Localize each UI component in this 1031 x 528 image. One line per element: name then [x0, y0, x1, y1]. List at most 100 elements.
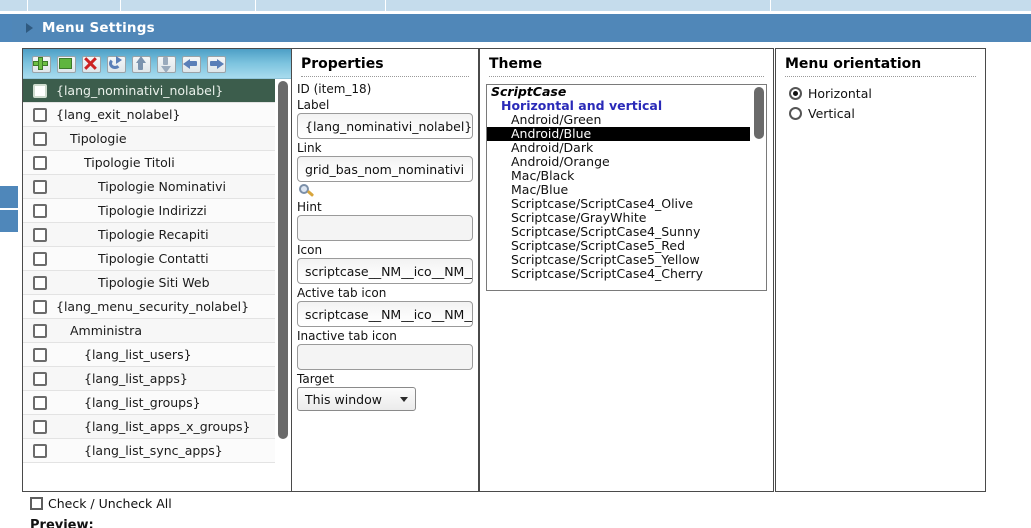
tree-row[interactable]: Tipologie Contatti — [23, 247, 275, 271]
preview-label: Preview: — [30, 518, 94, 528]
tree-row-label: {lang_list_apps} — [84, 371, 188, 386]
theme-option[interactable]: Android/Dark — [487, 141, 750, 155]
item-id-text: ID (item_18) — [297, 82, 372, 96]
delete-item-button[interactable] — [81, 54, 101, 74]
tree-row[interactable]: {lang_menu_security_nolabel} — [23, 295, 275, 319]
move-up-button[interactable] — [131, 54, 151, 74]
chevron-down-icon — [400, 396, 408, 402]
theme-option[interactable]: Scriptcase/ScriptCase4_Olive — [487, 197, 750, 211]
tree-row[interactable]: Tipologie Nominativi — [23, 175, 275, 199]
icon-field-label: Icon — [297, 243, 323, 257]
tree-row-checkbox[interactable] — [33, 275, 47, 290]
label-field-label: Label — [297, 98, 330, 112]
menu-orientation-title: Menu orientation — [785, 56, 922, 72]
tree-row-checkbox[interactable] — [33, 107, 47, 122]
theme-option[interactable]: Scriptcase/ScriptCase5_Red — [487, 239, 750, 253]
theme-option[interactable]: Horizontal and vertical — [487, 99, 750, 113]
duplicate-item-button[interactable] — [56, 54, 76, 74]
theme-option[interactable]: Android/Orange — [487, 155, 750, 169]
tree-row[interactable]: {lang_list_apps_x_groups} — [23, 415, 275, 439]
tree-row-checkbox[interactable] — [33, 179, 47, 194]
indent-button[interactable] — [206, 54, 226, 74]
page-title: Menu Settings — [42, 20, 155, 36]
tree-row-label: Tipologie Contatti — [98, 251, 209, 266]
theme-option[interactable]: Scriptcase/ScriptCase4_Cherry — [487, 267, 750, 281]
tree-row-checkbox[interactable] — [33, 227, 47, 242]
tree-row-label: {lang_nominativi_nolabel} — [56, 83, 224, 98]
theme-scrollbar-thumb[interactable] — [754, 87, 764, 139]
outdent-button[interactable] — [181, 54, 201, 74]
icon-field-input[interactable]: scriptcase__NM__ico__NM__bu — [297, 258, 473, 284]
theme-scrollbar[interactable] — [752, 86, 766, 289]
tree-row-checkbox[interactable] — [33, 299, 47, 314]
tree-row-checkbox[interactable] — [33, 83, 47, 98]
tree-row-checkbox[interactable] — [33, 419, 47, 434]
theme-option[interactable]: Mac/Blue — [487, 183, 750, 197]
target-select[interactable]: This window — [297, 387, 416, 411]
orientation-radio-group: Horizontal Vertical — [776, 77, 985, 121]
tree-row-label: Tipologie Recapiti — [98, 227, 209, 242]
check-uncheck-all-checkbox[interactable] — [30, 497, 43, 510]
move-down-button[interactable] — [156, 54, 176, 74]
edge-tab-2[interactable] — [0, 210, 18, 232]
theme-option[interactable]: ScriptCase — [487, 85, 750, 99]
tree-row[interactable]: Tipologie Recapiti — [23, 223, 275, 247]
theme-panel: Theme ScriptCase Horizontal and vertical A… — [479, 48, 774, 492]
radio-button[interactable] — [789, 87, 802, 100]
theme-option[interactable]: Scriptcase/GrayWhite — [487, 211, 750, 225]
tree-row-checkbox[interactable] — [33, 203, 47, 218]
radio-button[interactable] — [789, 107, 802, 120]
add-item-button[interactable] — [31, 54, 51, 74]
active-tab-icon-input[interactable]: scriptcase__NM__ico__NM__bu — [297, 301, 473, 327]
tree-row[interactable]: {lang_nominativi_nolabel} — [23, 79, 275, 103]
orientation-option[interactable]: Horizontal — [776, 81, 985, 101]
tree-row[interactable]: Tipologie Indirizzi — [23, 199, 275, 223]
refresh-arrow-button[interactable] — [106, 54, 126, 74]
tree-row[interactable]: {lang_list_users} — [23, 343, 275, 367]
tree-row-checkbox[interactable] — [33, 371, 47, 386]
tree-row-checkbox[interactable] — [33, 347, 47, 362]
orientation-option-label: Vertical — [808, 106, 855, 121]
link-field-label: Link — [297, 141, 322, 155]
theme-option[interactable]: Mac/Black — [487, 169, 750, 183]
label-field-input[interactable]: {lang_nominativi_nolabel} — [297, 113, 473, 139]
theme-option[interactable]: Scriptcase/ScriptCase4_Sunny — [487, 225, 750, 239]
theme-option[interactable]: Android/Blue — [487, 127, 750, 141]
tree-row-checkbox[interactable] — [33, 251, 47, 266]
tree-row-label: {lang_exit_nolabel} — [56, 107, 181, 122]
theme-divider — [489, 76, 764, 77]
hint-field-label: Hint — [297, 200, 322, 214]
tree-row[interactable]: Tipologie — [23, 127, 275, 151]
properties-title: Properties — [301, 56, 384, 72]
hint-field-input[interactable] — [297, 215, 473, 241]
link-field-input[interactable]: grid_bas_nom_nominativi — [297, 156, 473, 182]
check-uncheck-all-label: Check / Uncheck All — [48, 496, 172, 511]
tree-scrollbar-thumb[interactable] — [278, 81, 288, 439]
check-uncheck-all-row[interactable]: Check / Uncheck All — [30, 496, 172, 511]
theme-listbox[interactable]: ScriptCase Horizontal and vertical Android… — [486, 84, 767, 291]
edge-tab-1[interactable] — [0, 186, 18, 208]
tree-row[interactable]: {lang_exit_nolabel} — [23, 103, 275, 127]
tree-row[interactable]: Amministra — [23, 319, 275, 343]
tree-row-checkbox[interactable] — [33, 323, 47, 338]
tree-row-checkbox[interactable] — [33, 395, 47, 410]
theme-option[interactable]: Android/Green — [487, 113, 750, 127]
tree-row-checkbox[interactable] — [33, 443, 47, 458]
tree-row-checkbox[interactable] — [33, 155, 47, 170]
tree-scrollbar[interactable] — [276, 81, 290, 486]
inactive-tab-icon-label: Inactive tab icon — [297, 329, 397, 343]
tree-row[interactable]: Tipologie Siti Web — [23, 271, 275, 295]
tree-row-label: Tipologie Indirizzi — [98, 203, 207, 218]
menu-settings-header[interactable]: Menu Settings — [12, 14, 1031, 42]
tree-row-checkbox[interactable] — [33, 131, 47, 146]
orientation-option[interactable]: Vertical — [776, 101, 985, 121]
tree-row[interactable]: {lang_list_sync_apps} — [23, 439, 275, 463]
tree-scroll-area: {lang_nominativi_nolabel} {lang_exit_nola… — [23, 79, 291, 488]
theme-option[interactable]: Scriptcase/ScriptCase5_Yellow — [487, 253, 750, 267]
inactive-tab-icon-input[interactable] — [297, 344, 473, 370]
tree-row[interactable]: {lang_list_groups} — [23, 391, 275, 415]
tree-row[interactable]: {lang_list_apps} — [23, 367, 275, 391]
menu-orientation-panel: Menu orientation Horizontal Vertical — [775, 48, 986, 492]
tree-row[interactable]: Tipologie Titoli — [23, 151, 275, 175]
magnifier-icon[interactable] — [299, 184, 315, 200]
